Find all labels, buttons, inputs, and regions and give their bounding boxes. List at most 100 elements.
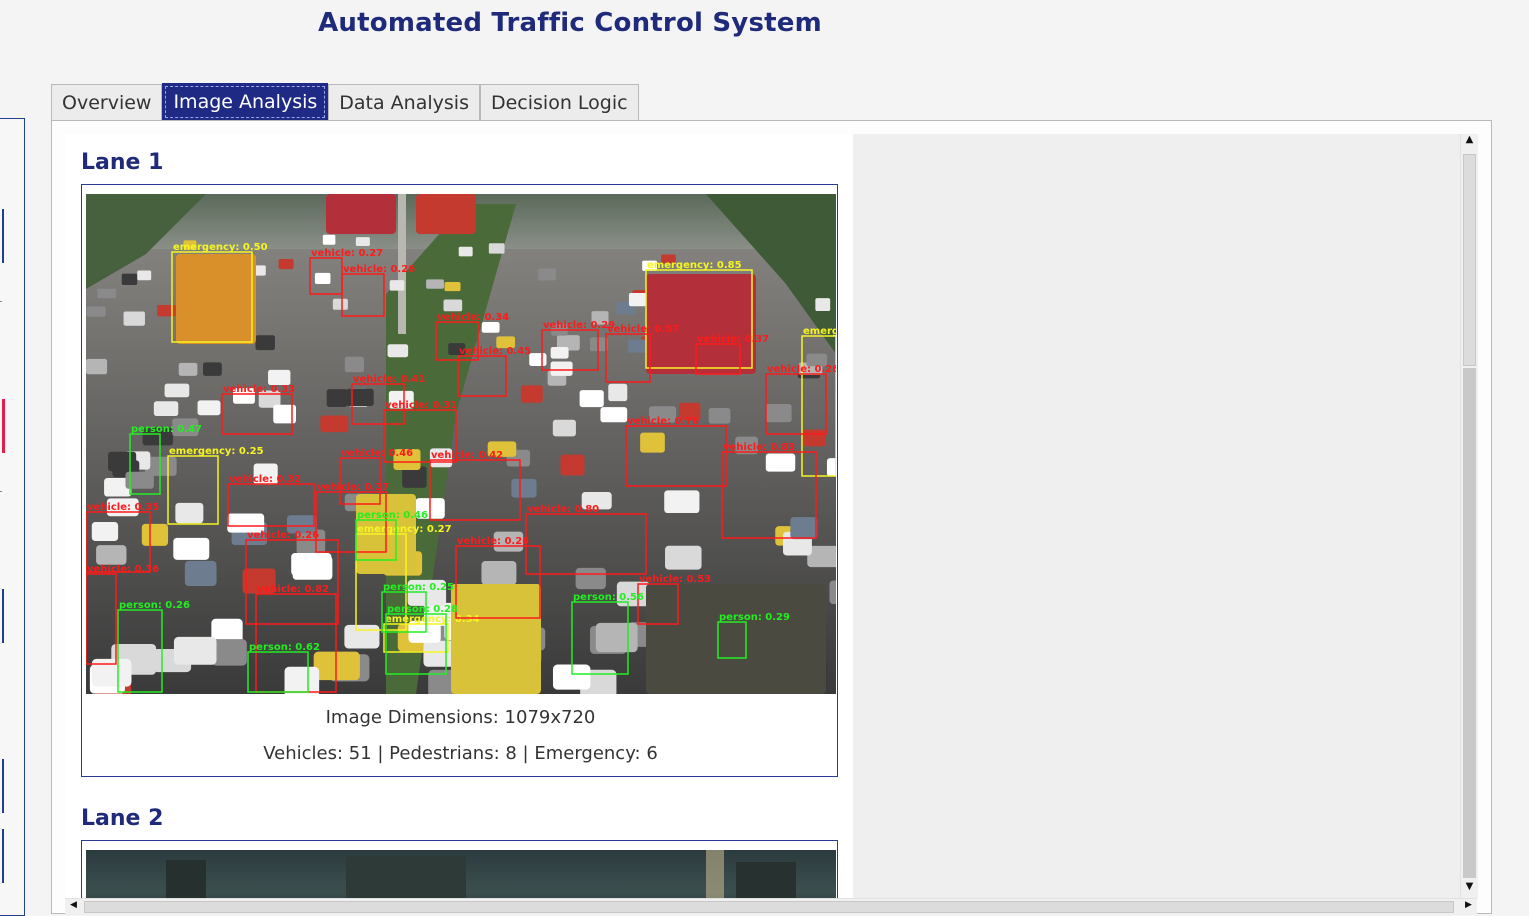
car-shape xyxy=(164,383,190,398)
car-shape xyxy=(86,306,106,317)
car-shape xyxy=(322,234,336,245)
car-shape xyxy=(314,272,331,285)
large-vehicle-shape xyxy=(326,194,396,234)
car-shape xyxy=(520,385,543,403)
car-shape xyxy=(389,280,405,291)
car-shape xyxy=(481,322,500,333)
detection-label: emergency: 0.25 xyxy=(169,446,264,457)
car-shape xyxy=(560,454,585,476)
large-vehicle-shape xyxy=(451,584,541,694)
lane-1-detection-counts: Vehicles: 51 | Pedestrians: 8 | Emergenc… xyxy=(263,743,658,764)
scroll-down-icon[interactable]: ▼ xyxy=(1461,881,1478,892)
car-shape xyxy=(826,458,836,477)
tab-image-analysis[interactable]: Image Analysis xyxy=(162,83,329,121)
car-shape xyxy=(211,639,247,666)
car-shape xyxy=(346,388,374,407)
panel-edge-mark xyxy=(0,759,4,813)
car-shape xyxy=(344,356,364,373)
vertical-scrollbar[interactable]: ▲ ▼ xyxy=(1460,134,1478,898)
car-shape xyxy=(708,407,731,424)
car-shape xyxy=(157,305,176,317)
tab-overview[interactable]: Overview xyxy=(51,84,163,120)
detection-label: emergency: 0.34 xyxy=(385,614,480,625)
vertical-scroll-thumb[interactable] xyxy=(1463,154,1476,366)
car-shape xyxy=(765,453,796,472)
vertical-scroll-track[interactable] xyxy=(1463,368,1476,878)
lane-1-title: Lane 1 xyxy=(81,150,164,175)
car-shape xyxy=(96,545,127,565)
panel-edge-mark xyxy=(0,209,4,263)
scroll-up-icon[interactable]: ▲ xyxy=(1461,134,1478,145)
car-shape xyxy=(320,415,349,433)
detection-label: emergency: 0.85 xyxy=(647,260,742,271)
detection-label: vehicle: 0.82 xyxy=(257,584,329,595)
empty-right-area xyxy=(853,134,1460,898)
detection-label: person: 0.26 xyxy=(119,600,190,611)
car-shape xyxy=(765,403,792,423)
car-shape xyxy=(313,651,360,681)
detection-label: vehicle: 0.41 xyxy=(353,374,425,385)
detection-label: vehicle: 0.53 xyxy=(639,574,711,585)
tab-decision-logic[interactable]: Decision Logic xyxy=(479,84,639,120)
car-shape xyxy=(815,298,831,312)
detection-label: vehicle: 0.37 xyxy=(317,482,389,493)
car-shape xyxy=(178,362,198,376)
detection-label: vehicle: 0.34 xyxy=(437,312,509,323)
detection-label: vehicle: 0.31 xyxy=(385,400,457,411)
lane-1-card: emergency: 0.50 emergency: 0.85 emergency:… xyxy=(81,184,838,777)
panel-divider xyxy=(0,301,2,302)
car-shape xyxy=(326,389,348,407)
horizontal-scrollbar[interactable]: ◀ ▶ xyxy=(65,898,1477,915)
car-shape xyxy=(511,478,537,498)
car-shape xyxy=(108,451,137,472)
car-shape xyxy=(802,429,826,447)
car-shape xyxy=(481,560,517,585)
left-side-panel xyxy=(0,118,25,916)
tab-data-analysis[interactable]: Data Analysis xyxy=(328,84,480,120)
scrollable-content[interactable]: Lane 1 emergency: 0.50 emergency: 0.85 e… xyxy=(65,134,1460,898)
large-vehicle-shape xyxy=(176,254,256,344)
detection-label: vehicle: 0.35 xyxy=(87,502,159,513)
car-shape xyxy=(575,567,606,590)
detection-label: vehicle: 0.57 xyxy=(607,324,679,335)
car-shape xyxy=(284,666,320,694)
detection-label: vehicle: 0.37 xyxy=(697,334,769,345)
scroll-right-icon[interactable]: ▶ xyxy=(1460,900,1477,910)
car-shape xyxy=(355,237,370,246)
tab-bar: Overview Image Analysis Data Analysis De… xyxy=(51,83,639,122)
car-shape xyxy=(608,383,628,402)
lane-2-title: Lane 2 xyxy=(81,806,164,831)
detection-label: person: 0.47 xyxy=(131,424,202,435)
car-shape xyxy=(665,545,702,570)
car-shape xyxy=(664,490,700,514)
detection-label: person: 0.56 xyxy=(573,592,644,603)
car-shape xyxy=(600,407,628,423)
car-shape xyxy=(790,517,818,540)
app-title: Automated Traffic Control System xyxy=(318,8,822,38)
scroll-left-icon[interactable]: ◀ xyxy=(65,900,82,910)
car-shape xyxy=(197,400,221,416)
car-shape xyxy=(86,358,108,375)
detection-label: vehicle: 0.33 xyxy=(223,384,295,395)
detection-label: vehicle: 0.29 xyxy=(543,320,615,331)
car-shape xyxy=(255,335,275,351)
detection-label: person: 0.46 xyxy=(357,510,428,521)
detection-label: vehicle: 0.26 xyxy=(247,530,319,541)
car-shape xyxy=(123,311,145,326)
car-shape xyxy=(640,432,665,453)
car-shape xyxy=(595,622,638,653)
detection-label: vehicle: 0.46 xyxy=(341,448,413,459)
detection-label: vehicle: 0.45 xyxy=(459,346,531,357)
detection-label: vehicle: 0.36 xyxy=(87,564,159,575)
panel-divider xyxy=(0,491,2,492)
detection-label: vehicle: 0.80 xyxy=(527,504,599,515)
detection-label: vehicle: 0.42 xyxy=(431,450,503,461)
horizontal-scroll-thumb[interactable] xyxy=(84,901,1454,913)
car-shape xyxy=(202,362,222,376)
detection-label: vehicle: 0.27 xyxy=(311,248,383,259)
car-shape xyxy=(488,243,505,254)
car-shape xyxy=(426,279,444,289)
panel-edge-mark xyxy=(0,589,4,643)
large-vehicle-shape xyxy=(646,584,826,694)
car-shape xyxy=(137,270,152,281)
